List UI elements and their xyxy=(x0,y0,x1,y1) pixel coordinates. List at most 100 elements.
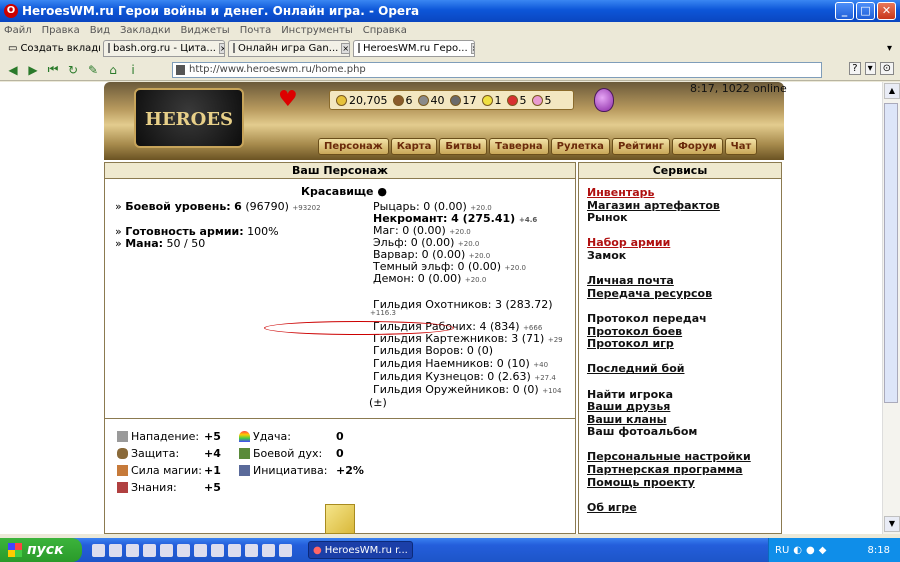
menu-mail[interactable]: Почта xyxy=(240,25,272,36)
toggle-link[interactable]: (±) xyxy=(369,396,387,409)
edit-icon[interactable]: ✎ xyxy=(86,63,100,77)
address-input[interactable]: http://www.heroeswm.ru/home.php xyxy=(172,62,822,78)
link-personal-mail[interactable]: Личная почта xyxy=(587,275,781,288)
tray-icon[interactable]: ◐ xyxy=(793,545,802,556)
menu-view[interactable]: Вид xyxy=(90,25,110,36)
nav-tavern[interactable]: Таверна xyxy=(489,138,549,155)
quicklaunch-icon[interactable] xyxy=(160,543,173,557)
back-icon[interactable]: ◀ xyxy=(6,63,20,77)
window-title-bar: O HeroesWM.ru Герои войны и денег. Онлай… xyxy=(0,0,900,22)
nav-map[interactable]: Карта xyxy=(390,138,438,155)
quicklaunch-icon[interactable] xyxy=(143,543,156,557)
stat-label: Инициатива: xyxy=(253,464,328,477)
nav-character[interactable]: Персонаж xyxy=(318,138,389,155)
nav-chat[interactable]: Чат xyxy=(724,138,758,155)
link-transfer-log[interactable]: Протокол передач xyxy=(587,312,781,326)
tray-icon[interactable]: ◆ xyxy=(819,545,827,556)
link-partner-program[interactable]: Партнерская программа xyxy=(587,463,781,477)
close-tab-icon[interactable]: × xyxy=(470,42,474,54)
link-last-battle[interactable]: Последний бой xyxy=(587,363,781,376)
link-castle[interactable]: Замок xyxy=(587,249,781,263)
close-button[interactable]: ✕ xyxy=(877,2,896,20)
link-friends[interactable]: Ваши друзья xyxy=(587,400,781,414)
scroll-thumb[interactable] xyxy=(884,103,898,403)
combat-level-label: Боевой уровень: xyxy=(125,200,231,213)
stat-label: Боевой дух: xyxy=(253,447,323,460)
nav-roulette[interactable]: Рулетка xyxy=(550,138,610,155)
language-indicator[interactable]: RU xyxy=(775,545,789,556)
quicklaunch-icon[interactable] xyxy=(92,543,105,557)
link-game-log[interactable]: Протокол игр xyxy=(587,338,781,351)
menu-bookmarks[interactable]: Закладки xyxy=(120,25,171,36)
rewind-icon[interactable]: ⏮ xyxy=(46,62,60,77)
dropdown-icon[interactable]: ▾ xyxy=(864,62,876,75)
tray-icon[interactable]: ● xyxy=(806,545,815,556)
tab-label: Онлайн игра Gan... xyxy=(238,42,339,54)
tab-heroeswm[interactable]: HeroesWM.ru Геро... × xyxy=(353,39,475,57)
maximize-button[interactable]: □ xyxy=(856,2,875,20)
link-market[interactable]: Рынок xyxy=(587,212,781,225)
quicklaunch-icon[interactable] xyxy=(177,543,190,557)
quicklaunch-icon[interactable] xyxy=(194,543,207,557)
stat-label: Удача: xyxy=(253,430,291,443)
minimize-button[interactable]: _ xyxy=(835,2,854,20)
zoom-icon[interactable]: ⊙ xyxy=(879,62,894,75)
link-about-game[interactable]: Об игре xyxy=(587,501,781,515)
menu-widgets[interactable]: Виджеты xyxy=(181,25,230,36)
taskbar-window-button[interactable]: ● HeroesWM.ru r... xyxy=(308,541,413,559)
quicklaunch-icon[interactable] xyxy=(211,543,224,557)
quicklaunch-icon[interactable] xyxy=(245,543,258,557)
stat-value: 0 xyxy=(336,430,344,443)
forward-icon[interactable]: ▶ xyxy=(26,63,40,77)
close-tab-icon[interactable]: × xyxy=(218,42,224,54)
link-help-project[interactable]: Помощь проекту xyxy=(587,476,781,490)
trash-icon[interactable]: ▾ xyxy=(887,43,892,54)
character-name[interactable]: Красавище ● xyxy=(301,185,387,198)
quicklaunch-icon[interactable] xyxy=(109,543,122,557)
page-scrollbar[interactable]: ▲ ▼ xyxy=(882,82,900,534)
menu-tools[interactable]: Инструменты xyxy=(281,25,353,36)
reload-icon[interactable]: ↻ xyxy=(66,63,80,77)
nav-forum[interactable]: Форум xyxy=(672,138,723,155)
home-icon[interactable]: ⌂ xyxy=(106,63,120,77)
quicklaunch-icon[interactable] xyxy=(126,543,139,557)
new-tab-button[interactable]: ▭ Создать вкладку xyxy=(4,40,100,57)
link-inventory[interactable]: Инвентарь xyxy=(587,186,781,200)
wand-icon xyxy=(117,465,128,476)
wood-value: 6 xyxy=(405,93,413,107)
quicklaunch-icon[interactable] xyxy=(228,543,241,557)
menu-file[interactable]: Файл xyxy=(4,25,32,36)
mana: » Мана: 50 / 50 xyxy=(115,237,206,250)
info-icon[interactable]: ● xyxy=(377,185,387,198)
heart-icon[interactable]: ♥ xyxy=(278,89,300,111)
nav-battles[interactable]: Битвы xyxy=(439,138,488,155)
tab-ganja[interactable]: Онлайн игра Gan... × xyxy=(228,39,350,57)
scroll-item-icon[interactable] xyxy=(325,504,355,534)
start-button[interactable]: пуск xyxy=(0,538,82,562)
link-transfer-resources[interactable]: Передача ресурсов xyxy=(587,287,781,301)
close-tab-icon[interactable]: × xyxy=(341,42,349,54)
quicklaunch-icon[interactable] xyxy=(262,543,275,557)
faction-small: +4.6 xyxy=(519,216,538,224)
mana-potion-icon[interactable] xyxy=(594,88,614,112)
menu-edit[interactable]: Правка xyxy=(42,25,80,36)
guild-small: +666 xyxy=(523,324,543,332)
nav-rating[interactable]: Рейтинг xyxy=(611,138,670,155)
game-header: HEROES ♥ 20,705 6 40 17 1 5 5 Персонаж К… xyxy=(104,82,784,160)
new-tab-icon: ▭ xyxy=(8,42,18,54)
info-icon[interactable]: i xyxy=(126,63,140,77)
tab-bash[interactable]: bash.org.ru - Цита... × xyxy=(103,39,225,57)
gems-value: 5 xyxy=(544,93,552,107)
stat-label: Знания: xyxy=(131,481,177,494)
menu-bar: Файл Правка Вид Закладки Виджеты Почта И… xyxy=(0,22,900,38)
sword-icon xyxy=(117,431,128,442)
game-logo[interactable]: HEROES xyxy=(134,88,244,148)
menu-help[interactable]: Справка xyxy=(363,25,407,36)
scroll-down-icon[interactable]: ▼ xyxy=(884,516,900,532)
help-icon[interactable]: ? xyxy=(849,62,861,75)
quicklaunch-icon[interactable] xyxy=(279,543,292,557)
link-photo-album[interactable]: Ваш фотоальбом xyxy=(587,426,781,439)
scroll-up-icon[interactable]: ▲ xyxy=(884,83,900,99)
wood-icon xyxy=(392,94,404,106)
stat-value: +1 xyxy=(204,464,221,477)
